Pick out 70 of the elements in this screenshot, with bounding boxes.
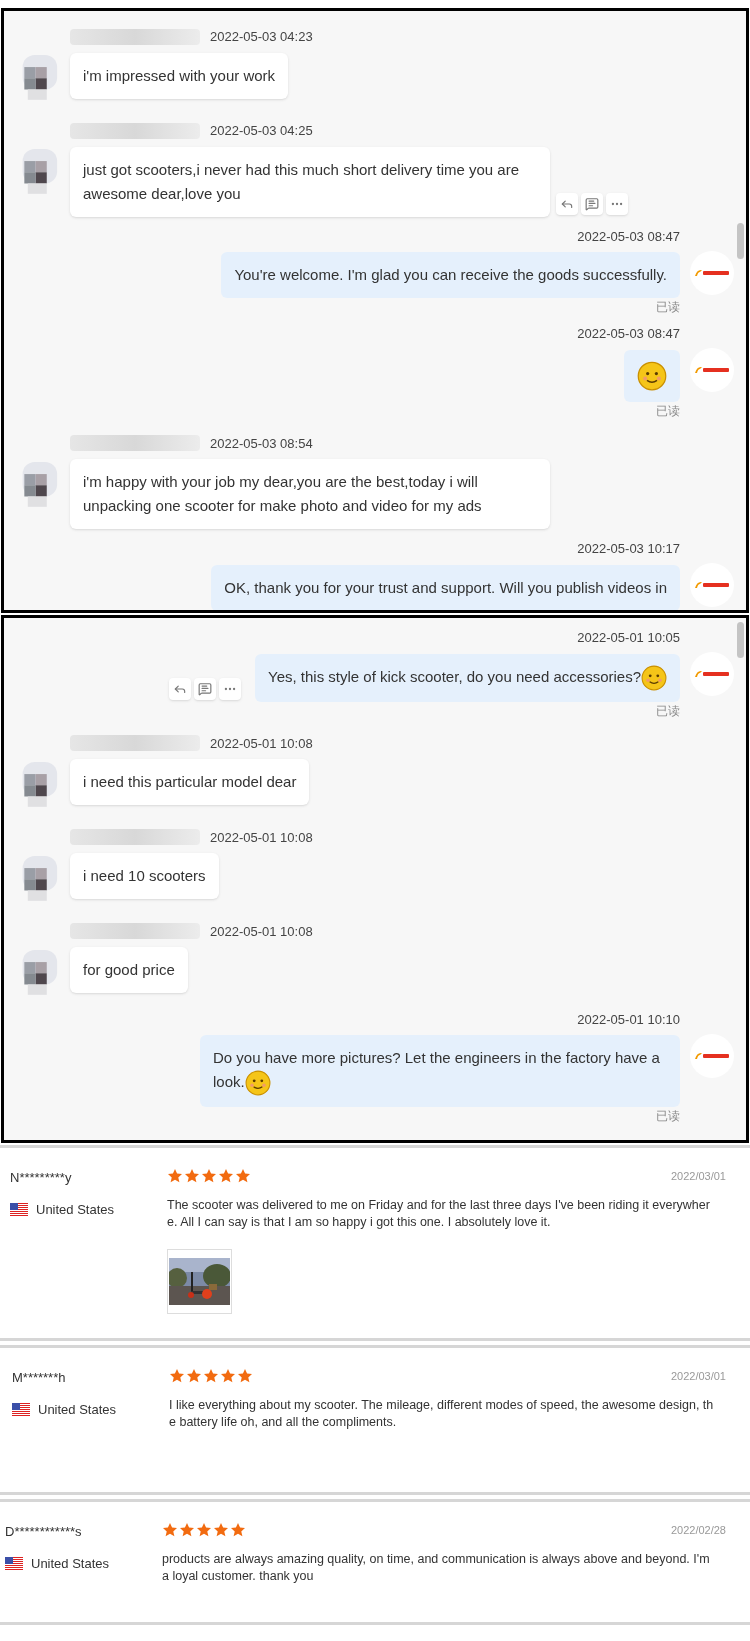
flag-icon (12, 1402, 30, 1416)
message-time: 2022-05-01 10:08 (210, 922, 313, 941)
read-status: 已读 (656, 300, 680, 314)
star-icon (213, 1522, 229, 1539)
star-icon (162, 1522, 178, 1539)
review-date: 2022/02/28 (670, 1523, 726, 1538)
star-icon (186, 1368, 202, 1385)
logo-icon (694, 580, 730, 590)
message-bubble: i'm impressed with your work (70, 52, 289, 99)
message-bubble: Yes, this style of kick scooter, do you need accessories? (255, 653, 680, 702)
reviewer-country: United States (31, 1554, 110, 1573)
reviewer-name: N*********y (10, 1169, 73, 1187)
star-icon (230, 1522, 246, 1539)
message-bubble: just got scooters,i never had this much short delivery time you are awesome dear,love you (70, 146, 550, 217)
reply-button[interactable] (169, 677, 191, 700)
review-text: The scooter was delivered to me on Friday and for the last three days I've been riding it everywhere. All I can say is that I am so happy i got this one. I absolutely love it. (167, 1196, 711, 1231)
scrollbar[interactable] (737, 622, 744, 658)
message-time: 2022-05-01 10:08 (210, 734, 313, 753)
star-icon (220, 1368, 236, 1385)
star-icon (218, 1168, 234, 1185)
speech-bubble-icon (198, 681, 212, 696)
review-date: 2022/03/01 (670, 1369, 726, 1384)
message-time: 2022-05-03 04:25 (210, 122, 313, 140)
logo-icon (694, 267, 730, 278)
reviewer-country: United States (36, 1200, 115, 1219)
star-icon (179, 1522, 195, 1539)
reviewer-name: M*******h (12, 1369, 67, 1387)
message-time: 2022-05-03 10:17 (577, 540, 680, 558)
message-bubble: You're welcome. I'm glad you can receive the goods successfully. (221, 252, 680, 298)
message-bubble: OK, thank you for your trust and support. Will you publish videos in (211, 564, 680, 610)
message-bubble: i need 10 scooters (70, 853, 219, 900)
logo-icon (694, 669, 730, 679)
more-button[interactable] (219, 677, 241, 700)
logo-icon (694, 365, 730, 375)
flag-icon (5, 1556, 23, 1570)
message-bubble: i'm happy with your job my dear,you are the best,today i will unpacking one scooter for make photo and video for my ads (70, 459, 550, 529)
star-icon (203, 1368, 219, 1385)
logo-icon (694, 1050, 730, 1061)
star-icon (196, 1522, 212, 1539)
message-time: 2022-05-03 08:54 (210, 434, 313, 453)
message-bubble: for good price (70, 947, 188, 994)
message-time: 2022-05-03 08:47 (577, 227, 680, 246)
star-icon (201, 1168, 217, 1185)
more-button[interactable] (606, 192, 628, 215)
read-status: 已读 (656, 1109, 680, 1124)
message-time: 2022-05-01 10:10 (577, 1010, 680, 1029)
read-status: 已读 (656, 403, 680, 418)
review-text: I like everything about my scooter. The mileage, different modes of speed, the awesome design, the battery life oh, and all the compliments. (169, 1396, 715, 1431)
speech-bubble-icon (585, 196, 599, 211)
message-time: 2022-05-03 08:47 (577, 325, 680, 343)
scrollbar[interactable] (737, 223, 744, 259)
translate-button[interactable] (194, 677, 216, 700)
reviewer-name: D************s (5, 1523, 83, 1541)
star-icon (235, 1168, 251, 1185)
star-icon (237, 1368, 253, 1385)
review-date: 2022/03/01 (670, 1169, 726, 1184)
reply-button[interactable] (556, 192, 578, 215)
message-time: 2022-05-03 04:23 (210, 28, 313, 46)
star-icon (184, 1168, 200, 1185)
message-time: 2022-05-01 10:08 (210, 828, 313, 847)
message-bubble: i need this particular model dear (70, 759, 310, 806)
message-time: 2022-05-01 10:05 (577, 629, 680, 647)
star-icon (167, 1168, 183, 1185)
flag-icon (10, 1202, 28, 1216)
message-bubble: Do you have more pictures? Let the engineers in the factory have a look. (200, 1035, 680, 1108)
read-status: 已读 (656, 703, 680, 718)
reviewer-country: United States (38, 1400, 117, 1419)
star-icon (169, 1368, 185, 1385)
review-text: products are always amazing quality, on time, and communication is always above and beyond. I'm a loyal customer. thank you (162, 1550, 711, 1585)
translate-button[interactable] (581, 192, 603, 215)
